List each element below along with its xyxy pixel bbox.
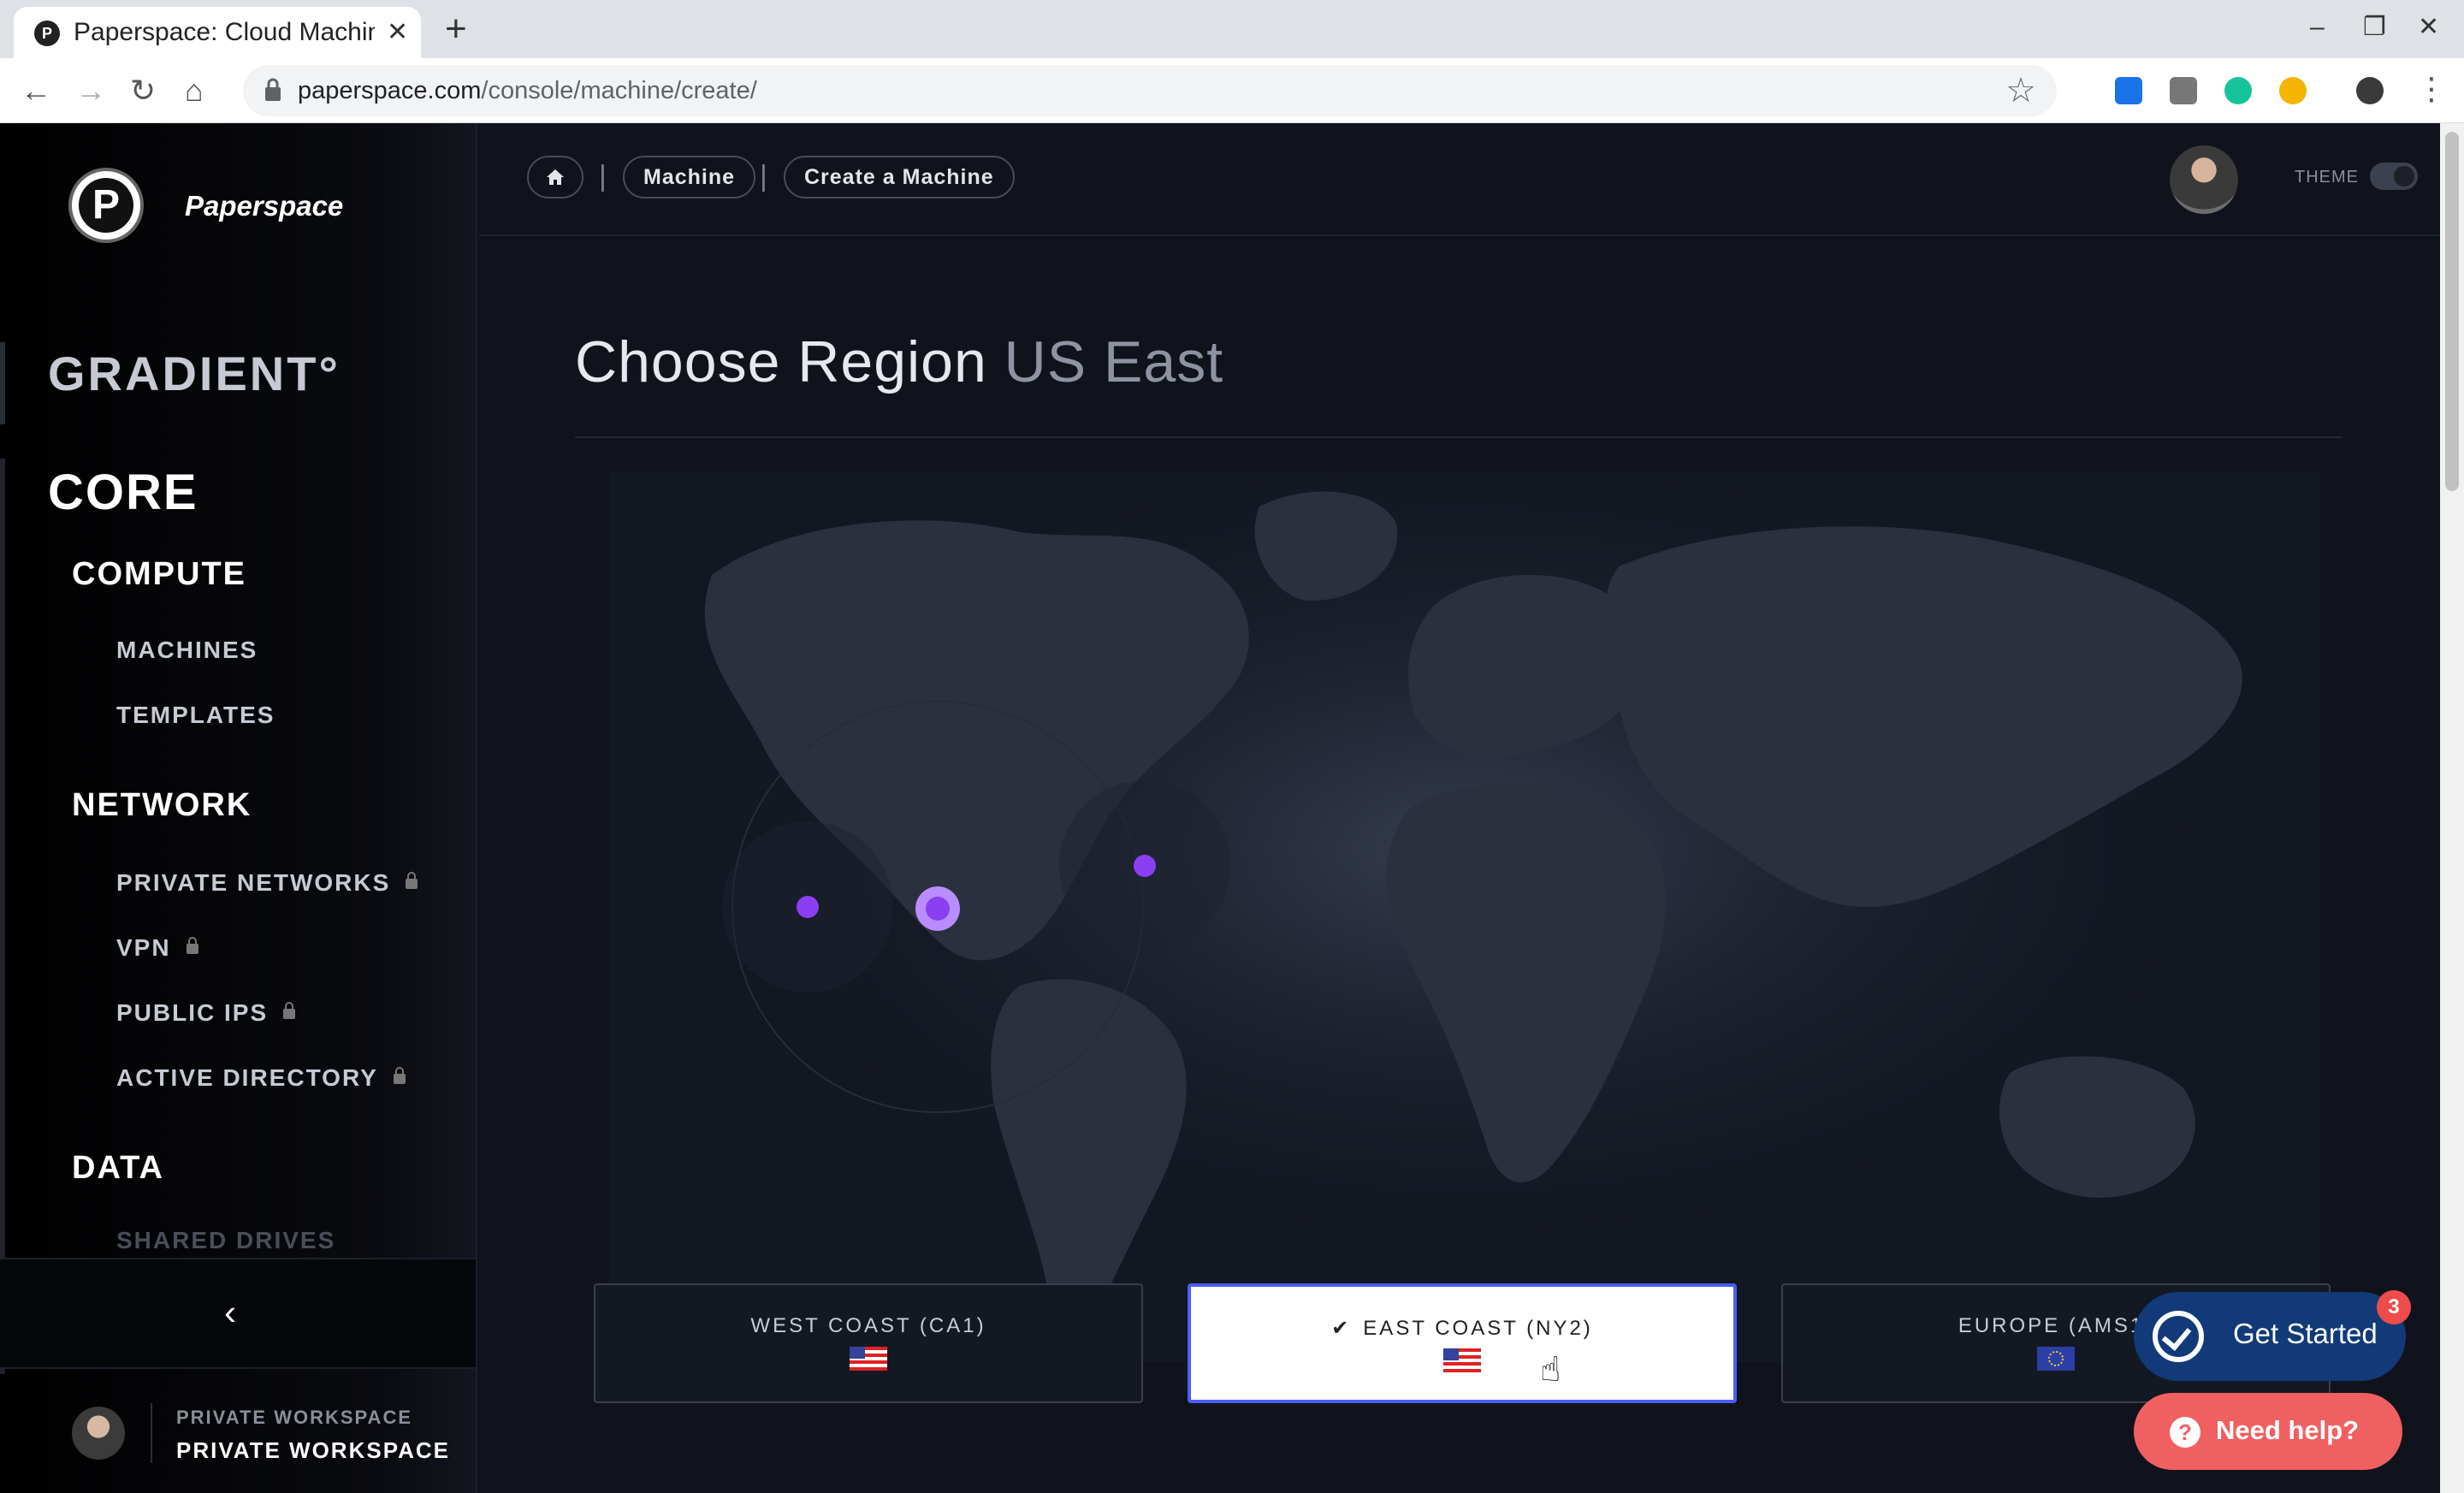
need-help-button[interactable]: ? Need help?	[2134, 1393, 2402, 1470]
sidebar-collapse-area: ‹	[0, 1258, 476, 1369]
browser-menu-icon[interactable]: ⋮	[2416, 72, 2447, 106]
breadcrumb-separator: |	[760, 160, 767, 193]
region-marker-ny2-core	[926, 897, 950, 921]
extension-camera-icon[interactable]	[2170, 77, 2197, 104]
sidebar-item-public-ips[interactable]: PUBLIC IPS	[116, 999, 296, 1027]
region-option-east-coast[interactable]: ✔ EAST COAST (NY2)	[1188, 1283, 1737, 1403]
bookmark-star-icon[interactable]: ☆	[2005, 72, 2036, 110]
breadcrumb-machine[interactable]: Machine	[623, 156, 756, 198]
collapse-sidebar-icon[interactable]: ‹	[224, 1294, 236, 1331]
tab-close-icon[interactable]: ✕	[387, 17, 408, 48]
sidebar-item-core[interactable]: CORE	[48, 464, 198, 521]
close-window-button[interactable]: ✕	[2418, 12, 2439, 43]
home-icon	[547, 169, 564, 185]
sidebar-section-network[interactable]: NETWORK	[72, 787, 252, 824]
sidebar-section-compute[interactable]: COMPUTE	[72, 556, 246, 593]
breadcrumb-home[interactable]	[527, 156, 583, 198]
region-label: WEST COAST (CA1)	[750, 1314, 986, 1337]
lock-icon	[265, 78, 281, 101]
checklist-icon	[2153, 1311, 2204, 1362]
region-label: ✔ EAST COAST (NY2)	[1191, 1316, 1733, 1341]
url-text: paperspace.com/console/machine/create/	[298, 75, 757, 106]
lock-icon	[406, 872, 418, 889]
home-icon[interactable]: ⌂	[185, 74, 204, 108]
sidebar-item-active-directory[interactable]: ACTIVE DIRECTORY	[116, 1064, 406, 1092]
theme-label: THEME	[2295, 168, 2359, 187]
paperspace-logo[interactable]: P	[68, 168, 144, 243]
region-selector: WEST COAST (CA1) ✔ EAST COAST (NY2) EUROP…	[594, 1283, 2373, 1403]
gradient-indicator	[0, 342, 5, 424]
sidebar-item-label: PRIVATE NETWORKS	[116, 869, 391, 896]
lock-icon	[186, 937, 198, 954]
scrollbar-thumb[interactable]	[2445, 132, 2459, 491]
extension-grammarly-icon[interactable]	[2224, 77, 2252, 104]
breadcrumb-create-machine[interactable]: Create a Machine	[784, 156, 1015, 198]
core-indicator	[0, 459, 5, 1374]
lock-icon	[283, 1002, 296, 1019]
reload-icon[interactable]: ↻	[130, 74, 156, 108]
selected-region-text: US East	[1004, 329, 1224, 394]
sidebar-item-label: ACTIVE DIRECTORY	[116, 1064, 378, 1091]
forward-icon[interactable]: →	[75, 74, 106, 108]
help-icon: ?	[2170, 1417, 2200, 1448]
url-path: /console/machine/create/	[481, 77, 757, 104]
sidebar-item-gradient[interactable]: GRADIENT°	[48, 346, 341, 401]
need-help-label: Need help?	[2216, 1415, 2360, 1445]
minimize-button[interactable]: –	[2310, 12, 2325, 43]
back-icon[interactable]: ←	[21, 74, 51, 108]
us-flag-icon	[1443, 1348, 1481, 1372]
sidebar-item-machines[interactable]: MACHINES	[116, 637, 258, 664]
workspace-name[interactable]: PRIVATE WORKSPACE	[176, 1437, 450, 1464]
lock-icon	[393, 1067, 406, 1084]
sidebar-item-label: PUBLIC IPS	[116, 999, 269, 1026]
sidebar-item-vpn[interactable]: VPN	[116, 934, 198, 962]
sidebar-item-label: VPN	[116, 934, 171, 961]
sidebar-item-shared-drives[interactable]: SHARED DRIVES	[116, 1227, 335, 1254]
hand-cursor-icon: ☝	[1540, 1351, 1561, 1389]
region-marker-ams1[interactable]	[1134, 855, 1156, 877]
sidebar-item-private-networks[interactable]: PRIVATE NETWORKS	[116, 869, 418, 897]
sidebar-item-templates[interactable]: TEMPLATES	[116, 702, 275, 729]
restore-button[interactable]: ❐	[2363, 12, 2386, 43]
region-option-west-coast[interactable]: WEST COAST (CA1)	[594, 1283, 1143, 1403]
workspace-divider	[151, 1403, 152, 1463]
get-started-button[interactable]: Get Started	[2134, 1292, 2406, 1381]
breadcrumb-separator: |	[599, 160, 607, 193]
logo-letter: P	[79, 178, 133, 233]
theme-toggle[interactable]	[2370, 163, 2418, 190]
extension-save-icon[interactable]	[2115, 77, 2142, 104]
sidebar: P Paperspace GRADIENT° CORE COMPUTE MACH…	[0, 123, 477, 1493]
top-bar: | Machine | Create a Machine THEME	[479, 123, 2440, 236]
new-tab-button[interactable]: +	[445, 10, 467, 48]
page-title: Choose Region US East	[575, 329, 1223, 395]
region-label-text: EAST COAST (NY2)	[1363, 1317, 1593, 1340]
address-bar: ← → ↻ ⌂ paperspace.com/console/machine/c…	[0, 58, 2464, 123]
paperspace-favicon-icon: P	[34, 21, 60, 46]
browser-tab-strip: P Paperspace: Cloud Machine ✕ + – ❐ ✕	[0, 0, 2464, 58]
eu-flag-icon	[2037, 1347, 2075, 1371]
url-field[interactable]: paperspace.com/console/machine/create/ ☆	[243, 65, 2057, 116]
us-flag-icon	[850, 1347, 887, 1371]
user-avatar[interactable]	[2170, 145, 2238, 214]
region-marker-ca1[interactable]	[797, 896, 819, 918]
title-divider	[575, 436, 2343, 438]
page-title-text: Choose Region	[575, 329, 987, 394]
profile-avatar[interactable]	[2356, 77, 2384, 104]
extension-infinity-icon[interactable]	[2279, 77, 2307, 104]
workspace-label: PRIVATE WORKSPACE	[176, 1407, 413, 1428]
url-domain: paperspace.com	[298, 77, 482, 104]
workspace-avatar[interactable]	[72, 1407, 125, 1460]
get-started-label: Get Started	[2233, 1318, 2378, 1349]
browser-tab[interactable]: P Paperspace: Cloud Machine ✕	[14, 7, 421, 58]
sidebar-section-data[interactable]: DATA	[72, 1150, 164, 1187]
main-content: | Machine | Create a Machine THEME Choos…	[479, 123, 2440, 1493]
page-scrollbar[interactable]	[2440, 123, 2464, 1493]
check-icon: ✔	[1331, 1317, 1352, 1340]
tab-title: Paperspace: Cloud Machine	[74, 18, 375, 46]
brand-name: Paperspace	[185, 190, 344, 222]
get-started-badge: 3	[2377, 1290, 2411, 1324]
world-map	[609, 472, 2320, 1362]
